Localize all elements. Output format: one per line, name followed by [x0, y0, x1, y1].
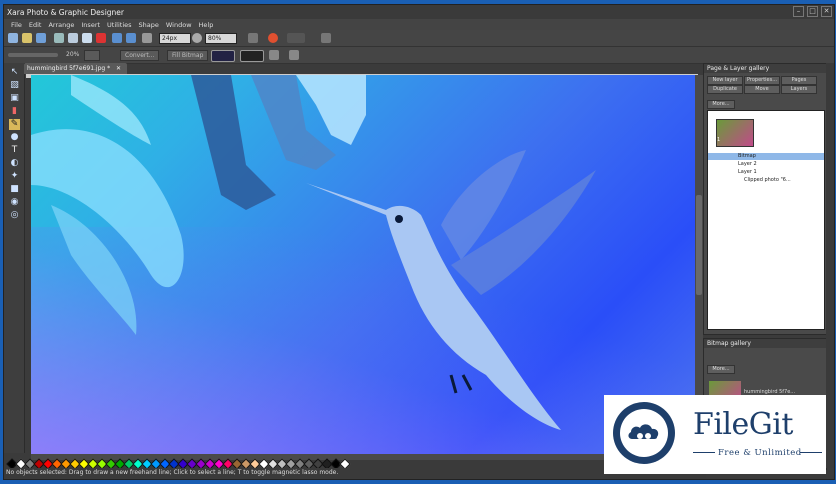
undo-icon[interactable] — [112, 33, 122, 43]
document-tab[interactable]: hummingbird 5f7e691.jpg * ✕ — [24, 63, 128, 74]
save-icon[interactable] — [36, 33, 46, 43]
photo-artwork — [31, 75, 596, 430]
layer-row[interactable]: Clipped photo "6... — [708, 177, 824, 184]
close-button[interactable]: ✕ — [821, 6, 832, 17]
divider-left — [693, 452, 715, 453]
menu-window[interactable]: Window — [166, 21, 192, 29]
document-canvas[interactable] — [31, 75, 695, 454]
fit-page-icon[interactable] — [248, 33, 258, 43]
arrow-right-icon[interactable] — [321, 33, 331, 43]
font-size-field[interactable]: 24px — [159, 33, 191, 44]
transparency-tool-icon[interactable]: ✦ — [9, 171, 20, 182]
percent-label: 20% — [66, 51, 80, 58]
layers-button[interactable]: Layers — [781, 85, 817, 94]
scroll-thumb[interactable] — [696, 195, 702, 295]
menu-shape[interactable]: Shape — [139, 21, 159, 29]
crop-tool-icon[interactable]: ▣ — [9, 93, 20, 104]
brand-name: FileGit — [693, 407, 793, 442]
shadow-tool-icon[interactable]: ■ — [9, 184, 20, 195]
brand-tagline: Free & Unlimited — [718, 448, 802, 458]
selector-tool-icon[interactable]: ↖ — [9, 67, 20, 78]
copy-icon[interactable] — [68, 33, 78, 43]
live-copy-icon[interactable] — [287, 33, 305, 43]
maximize-button[interactable]: □ — [807, 6, 818, 17]
hummingbird-eye — [395, 215, 403, 223]
menu-arrange[interactable]: Arrange — [48, 21, 74, 29]
fill-bitmap-button[interactable]: Fill Bitmap — [167, 50, 209, 61]
hummingbird-feet — [449, 374, 473, 394]
layer-name: Layer 2 — [738, 161, 757, 167]
color-palette — [4, 458, 708, 470]
layer-row[interactable]: Bitmap — [708, 153, 824, 160]
menu-edit[interactable]: Edit — [29, 21, 42, 29]
menu-insert[interactable]: Insert — [81, 21, 100, 29]
brush-icon[interactable] — [269, 50, 279, 60]
settings-icon[interactable] — [289, 50, 299, 60]
gallery-title: Page & Layer gallery — [704, 64, 826, 73]
minimize-button[interactable]: – — [793, 6, 804, 17]
duplicate-button[interactable]: Duplicate — [707, 85, 743, 94]
window-title: Xara Photo & Graphic Designer — [7, 7, 124, 17]
line-width-swatch[interactable] — [240, 50, 264, 62]
more-button[interactable]: More... — [707, 365, 735, 374]
delete-icon[interactable] — [96, 33, 106, 43]
more-button[interactable]: More... — [707, 100, 735, 109]
menu-help[interactable]: Help — [199, 21, 214, 29]
main-toolbar: 24px 80% — [4, 30, 834, 47]
document-tab-label: hummingbird 5f7e691.jpg * — [27, 65, 111, 72]
line-color-swatch[interactable] — [211, 50, 235, 62]
move-button[interactable]: Move — [744, 85, 780, 94]
menu-bar: File Edit Arrange Insert Utilities Shape… — [4, 19, 834, 30]
title-bar: Xara Photo & Graphic Designer – □ ✕ — [4, 5, 834, 19]
tool-mode-1[interactable] — [84, 50, 100, 61]
layer-name: Clipped photo "6... — [744, 177, 791, 183]
page-thumbnail[interactable] — [716, 119, 754, 147]
transform-icon[interactable] — [142, 33, 152, 43]
page-layer-gallery: Page & Layer gallery New layer Propertie… — [703, 63, 827, 335]
opacity-slider[interactable] — [8, 53, 58, 57]
bevel-tool-icon[interactable]: ◉ — [9, 197, 20, 208]
convert-button[interactable]: Convert... — [120, 50, 160, 61]
layer-list: 1 Bitmap Layer 2 Layer 1 Clipped photo "… — [707, 110, 825, 330]
pages-button[interactable]: Pages — [781, 76, 817, 85]
layer-row[interactable]: Layer 2 — [708, 161, 824, 168]
layer-row[interactable]: Layer 1 — [708, 169, 824, 176]
redo-icon[interactable] — [126, 33, 136, 43]
freehand-tool-icon[interactable]: ✎ — [9, 119, 20, 130]
open-icon[interactable] — [22, 33, 32, 43]
cut-icon[interactable] — [54, 33, 64, 43]
zoom-icon[interactable] — [192, 33, 202, 43]
gallery-title: Bitmap gallery — [704, 339, 826, 348]
infobar: 20% Convert... Fill Bitmap — [4, 47, 834, 64]
shape-tool-icon[interactable]: ● — [9, 132, 20, 143]
layer-name: Bitmap — [738, 153, 756, 159]
fill-tool-icon[interactable]: ◐ — [9, 158, 20, 169]
layer-name: Layer 1 — [738, 169, 757, 175]
paste-icon[interactable] — [82, 33, 92, 43]
new-document-icon[interactable] — [8, 33, 18, 43]
eraser-tool-icon[interactable]: ▮ — [9, 106, 20, 117]
zoom-field[interactable]: 80% — [205, 33, 237, 44]
close-tab-icon[interactable]: ✕ — [116, 65, 121, 72]
page-number: 1 — [717, 137, 721, 143]
menu-utilities[interactable]: Utilities — [107, 21, 131, 29]
contour-tool-icon[interactable]: ▧ — [9, 80, 20, 91]
menu-file[interactable]: File — [11, 21, 22, 29]
divider-right — [800, 452, 822, 453]
gallery-tabs-strip[interactable] — [826, 63, 834, 468]
mould-tool-icon[interactable]: ◎ — [9, 210, 20, 221]
toolbox: ↖ ▧ ▣ ▮ ✎ ● T ◐ ✦ ■ ◉ ◎ — [4, 63, 25, 453]
properties-button[interactable]: Properties... — [744, 76, 780, 85]
text-tool-icon[interactable]: T — [9, 145, 20, 156]
help-icon[interactable] — [268, 33, 278, 43]
status-bar: No objects selected: Drag to draw a new … — [4, 468, 706, 478]
new-layer-button[interactable]: New layer — [707, 76, 743, 85]
